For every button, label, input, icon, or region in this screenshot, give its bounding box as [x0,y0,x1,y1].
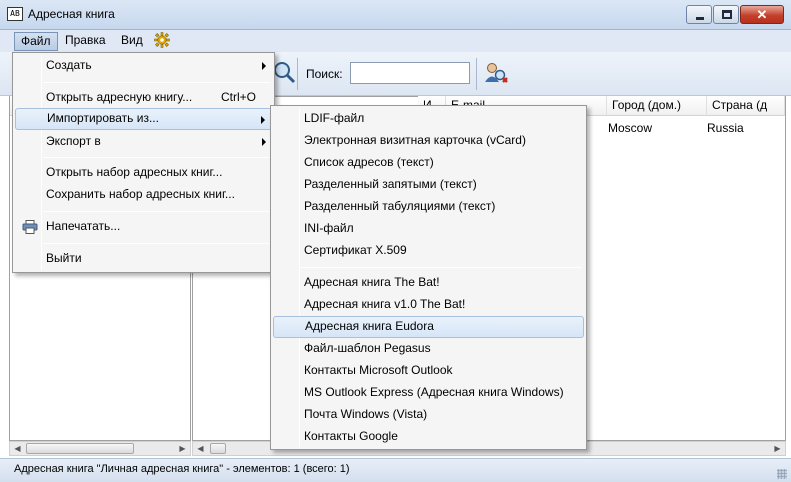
column-header-country[interactable]: Страна (д [707,96,785,116]
toolbar-separator [476,58,477,90]
menu-item-label: Экспорт в [46,134,101,148]
menu-item-label: Создать [46,58,92,72]
import-item-comma-separated[interactable]: Разделенный запятыми (текст) [273,174,584,196]
menu-item-label: Выйти [46,251,82,265]
minimize-button[interactable] [686,5,712,24]
maximize-button[interactable] [713,5,739,24]
import-item-tab-separated[interactable]: Разделенный табуляциями (текст) [273,196,584,218]
menu-item-save-book-set[interactable]: Сохранить набор адресных книг... [15,184,272,206]
status-text: Адресная книга "Личная адресная книга" -… [14,463,350,475]
search-label: Поиск: [306,67,343,81]
menu-item-label: Открыть набор адресных книг... [46,165,223,179]
import-item-google-contacts[interactable]: Контакты Google [273,426,584,448]
import-item-pegasus-template[interactable]: Файл-шаблон Pegasus [273,338,584,360]
submenu-arrow-icon [261,116,265,124]
minimize-icon [696,17,704,20]
close-icon: ✕ [756,7,768,22]
import-item-windows-mail[interactable]: Почта Windows (Vista) [273,404,584,426]
scroll-left-icon[interactable]: ◀ [10,442,25,455]
menu-item-exit[interactable]: Выйти [15,248,272,270]
scroll-thumb[interactable] [210,443,226,454]
menu-item-label: Открыть адресную книгу... [46,90,193,104]
find-icon[interactable] [272,60,298,86]
menu-item-label: Импортировать из... [47,111,159,125]
import-item-address-list-text[interactable]: Список адресов (текст) [273,152,584,174]
left-horizontal-scrollbar[interactable]: ◀ ▶ [9,441,191,456]
menu-item-label: Напечатать... [46,219,121,233]
import-item-thebat[interactable]: Адресная книга The Bat! [273,272,584,294]
cell-country[interactable]: Russia [707,121,744,135]
status-bar: Адресная книга "Личная адресная книга" -… [0,458,791,482]
menu-file[interactable]: Файл [14,32,58,51]
menu-item-open-book-set[interactable]: Открыть набор адресных книг... [15,162,272,184]
scroll-right-icon[interactable]: ▶ [770,442,785,455]
scroll-thumb[interactable] [26,443,134,454]
import-item-ini-file[interactable]: INI-файл [273,218,584,240]
menu-item-print[interactable]: Напечатать... [15,216,272,238]
title-bar: AB Адресная книга ✕ [0,0,791,30]
submenu-arrow-icon [262,62,266,70]
scroll-right-icon[interactable]: ▶ [175,442,190,455]
maximize-icon [722,10,732,19]
printer-icon [22,220,38,234]
menu-separator [43,211,270,212]
search-input[interactable] [350,62,470,84]
import-item-outlook-express[interactable]: MS Outlook Express (Адресная книга Windo… [273,382,584,404]
menu-separator [301,267,582,268]
import-item-thebat-v1[interactable]: Адресная книга v1.0 The Bat! [273,294,584,316]
scroll-left-icon[interactable]: ◀ [193,442,208,455]
submenu-arrow-icon [262,138,266,146]
menu-item-shortcut: Ctrl+O [220,90,256,104]
menu-item-create[interactable]: Создать [15,55,272,77]
import-item-x509-certificate[interactable]: Сертификат X.509 [273,240,584,262]
file-menu: Создать Открыть адресную книгу... Ctrl+O… [12,52,275,273]
import-item-vcard[interactable]: Электронная визитная карточка (vCard) [273,130,584,152]
menu-bar: Файл Правка Вид [0,30,791,52]
column-header-city[interactable]: Город (дом.) [607,96,707,116]
contact-search-icon[interactable] [483,60,509,86]
menu-item-import-from[interactable]: Импортировать из... [15,108,272,130]
menu-separator [43,82,270,83]
window-title: Адресная книга [28,7,115,21]
menu-separator [43,243,270,244]
gear-icon[interactable] [154,32,170,48]
menu-separator [43,157,270,158]
menu-view[interactable]: Вид [115,32,149,51]
close-button[interactable]: ✕ [740,5,784,24]
menu-edit[interactable]: Правка [59,32,112,51]
cell-city[interactable]: Moscow [608,121,652,135]
resize-grip-icon[interactable] [777,469,787,479]
import-item-ldif[interactable]: LDIF-файл [273,108,584,130]
import-item-eudora[interactable]: Адресная книга Eudora [273,316,584,338]
import-submenu: LDIF-файл Электронная визитная карточка … [270,105,587,450]
address-book-icon: AB [7,7,23,21]
import-item-outlook-contacts[interactable]: Контакты Microsoft Outlook [273,360,584,382]
menu-item-label: Сохранить набор адресных книг... [46,187,235,201]
menu-item-export-to[interactable]: Экспорт в [15,131,272,153]
menu-item-open-address-book[interactable]: Открыть адресную книгу... Ctrl+O [15,87,272,109]
